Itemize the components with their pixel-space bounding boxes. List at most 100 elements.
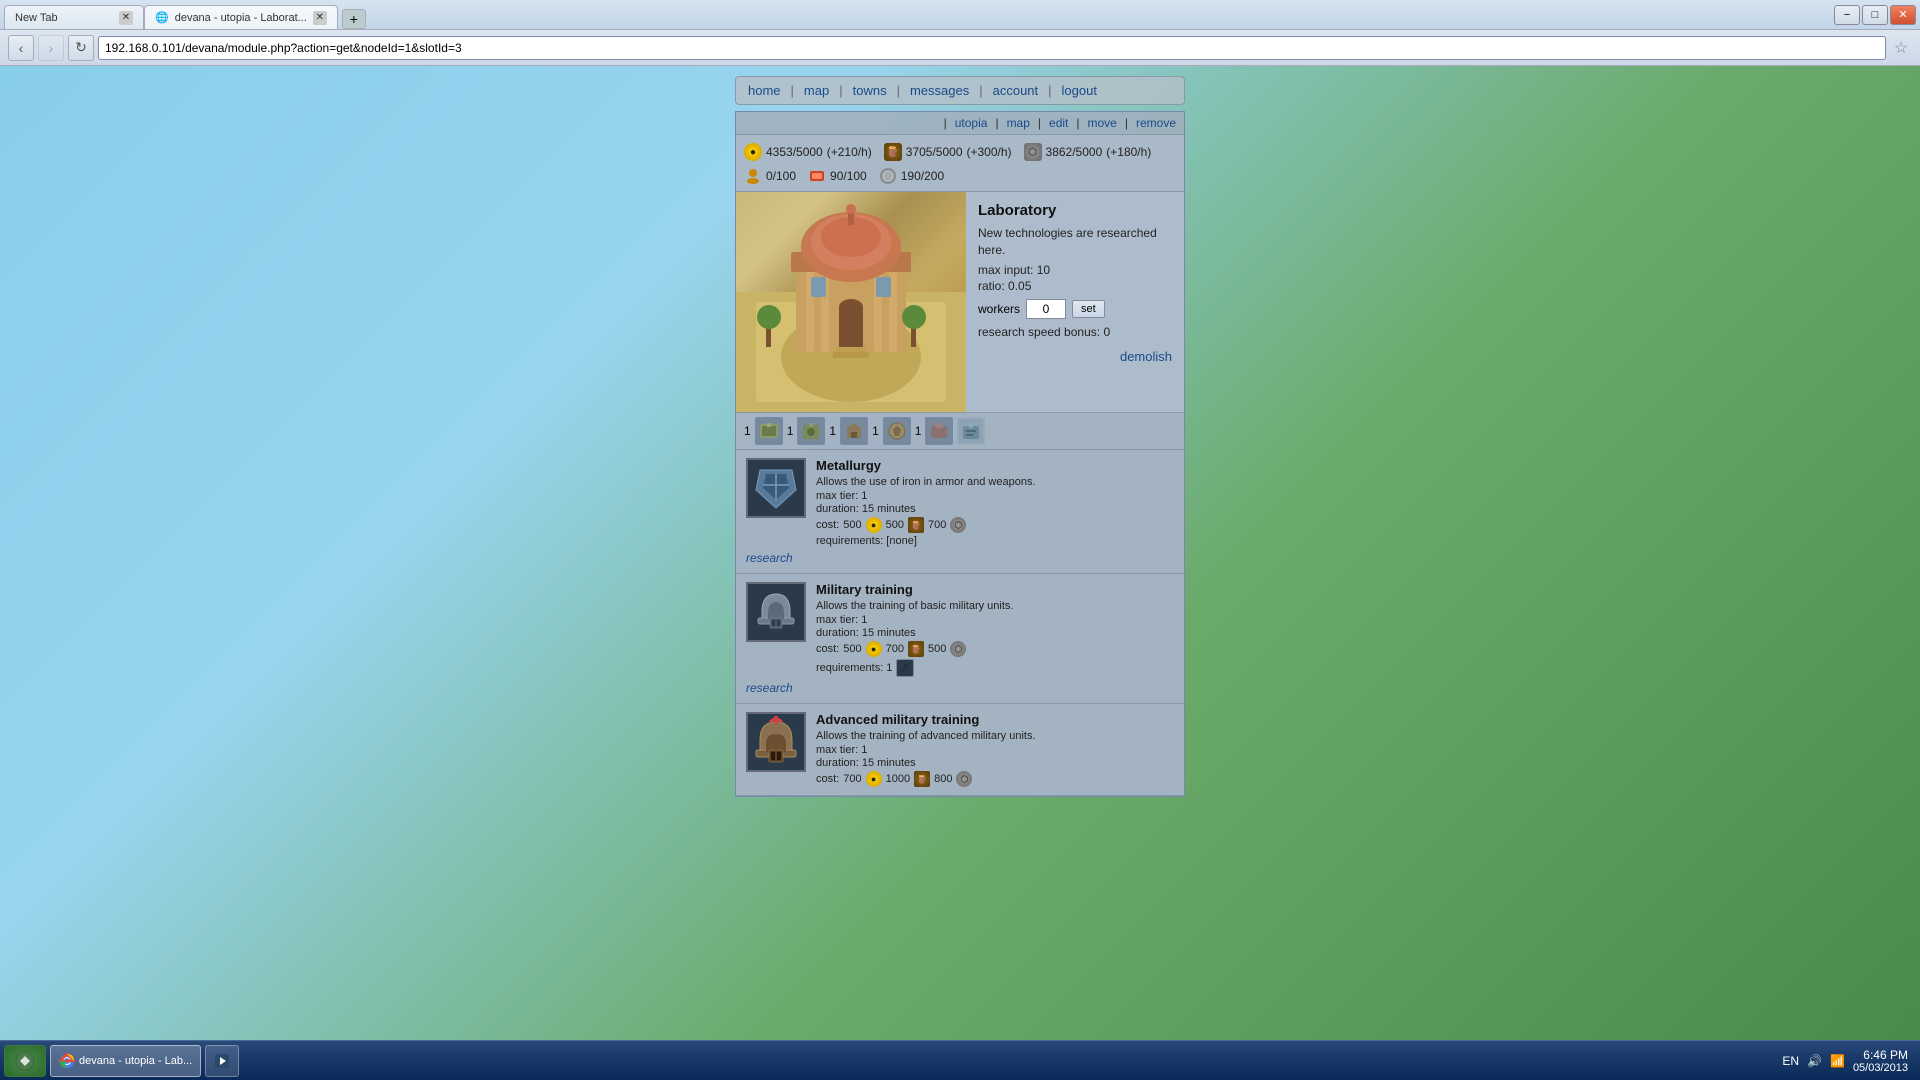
stat3-icon: [879, 167, 897, 185]
slot-bar: 1 1: [736, 412, 1184, 449]
action-edit[interactable]: edit: [1049, 116, 1068, 130]
stat3-item: 190/200: [879, 167, 944, 185]
tab-devana[interactable]: 🌐 devana - utopia - Laborat... ✕: [144, 5, 338, 29]
taskbar-network-icon: 📶: [1830, 1054, 1845, 1068]
slot-icon-active[interactable]: [957, 417, 985, 445]
game-panel: | utopia | map | edit | move | remove: [735, 111, 1185, 797]
stat2-icon: [808, 167, 826, 185]
demolish-link[interactable]: demolish: [978, 349, 1172, 364]
gold-value: 4353/5000: [766, 145, 823, 159]
metallurgy-desc: Allows the use of iron in armor and weap…: [816, 476, 1174, 488]
browser-window: New Tab ✕ 🌐 devana - utopia - Laborat...…: [0, 0, 1920, 1080]
gold-resource: ● 4353/5000 (+210/h): [744, 143, 872, 161]
advanced-cost-stone: 800: [934, 773, 952, 785]
military-cost-gold: 500: [843, 643, 861, 655]
nav-towns[interactable]: towns: [853, 83, 887, 98]
action-map[interactable]: map: [1007, 116, 1030, 130]
wood-icon-small-3: 🪵: [914, 771, 930, 787]
research-details-metallurgy: Metallurgy Allows the use of iron in arm…: [816, 458, 1174, 547]
game-container: home | map | towns | messages | account …: [735, 76, 1185, 797]
tab-close-new[interactable]: ✕: [119, 11, 133, 25]
action-move[interactable]: move: [1088, 116, 1117, 130]
nav-sep-3: |: [897, 83, 900, 98]
resources-row: ● 4353/5000 (+210/h) 🪵 3705/5000 (+300/h…: [744, 139, 1176, 165]
tab-new[interactable]: New Tab ✕: [4, 5, 144, 29]
address-bar[interactable]: [98, 36, 1886, 60]
research-item-military: Military training Allows the training of…: [736, 574, 1184, 704]
tab-close-active[interactable]: ✕: [313, 11, 327, 25]
metallurgy-cost-stone: 700: [928, 519, 946, 531]
nav-map[interactable]: map: [804, 83, 829, 98]
slot-number-5: 1: [915, 424, 922, 438]
stat1-value: 0/100: [766, 169, 796, 183]
page-content: home | map | towns | messages | account …: [0, 66, 1920, 1040]
bookmark-star-icon[interactable]: ☆: [1890, 37, 1912, 59]
forward-button[interactable]: ›: [38, 35, 64, 61]
research-image-metallurgy: [746, 458, 806, 518]
back-button[interactable]: ‹: [8, 35, 34, 61]
stone-icon-small-2: ⬡: [950, 641, 966, 657]
slot-icon-1[interactable]: [755, 417, 783, 445]
slot-icon-2[interactable]: [797, 417, 825, 445]
taskbar-chrome[interactable]: devana - utopia - Lab...: [50, 1045, 201, 1077]
gold-rate: (+210/h): [827, 145, 872, 159]
maximize-button[interactable]: □: [1862, 5, 1888, 25]
military-tier: max tier: 1: [816, 614, 1174, 626]
set-workers-button[interactable]: set: [1072, 300, 1105, 318]
taskbar-chrome-label: devana - utopia - Lab...: [79, 1055, 192, 1067]
slot-number-2: 1: [787, 424, 794, 438]
building-ratio: ratio: 0.05: [978, 279, 1172, 293]
stone-rate: (+180/h): [1106, 145, 1151, 159]
minimize-button[interactable]: −: [1834, 5, 1860, 25]
nav-logout[interactable]: logout: [1062, 83, 1097, 98]
new-tab-button[interactable]: +: [342, 9, 366, 29]
stone-icon-small: ⬡: [950, 517, 966, 533]
metallurgy-research-link[interactable]: research: [746, 551, 1174, 565]
clock-date: 05/03/2013: [1853, 1062, 1908, 1074]
slot-icon-3[interactable]: [840, 417, 868, 445]
stone-resource: ⬡ 3862/5000 (+180/h): [1024, 143, 1152, 161]
research-image-military: [746, 582, 806, 642]
building-area: Laboratory New technologies are research…: [736, 192, 1184, 412]
refresh-button[interactable]: ↻: [68, 35, 94, 61]
building-info: Laboratory New technologies are research…: [966, 192, 1184, 412]
building-title: Laboratory: [978, 202, 1172, 219]
stat3-value: 190/200: [901, 169, 944, 183]
metallurgy-tier: max tier: 1: [816, 490, 1174, 502]
advanced-cost-gold: 700: [843, 773, 861, 785]
building-max-input: max input: 10: [978, 263, 1172, 277]
stat1-icon: [744, 167, 762, 185]
advanced-cost-wood: 1000: [886, 773, 910, 785]
advanced-title: Advanced military training: [816, 712, 1174, 727]
metallurgy-title: Metallurgy: [816, 458, 1174, 473]
stone-icon: ⬡: [1024, 143, 1042, 161]
taskbar-media[interactable]: [205, 1045, 239, 1077]
close-button[interactable]: ✕: [1890, 5, 1916, 25]
window-controls: − □ ✕: [1834, 5, 1916, 25]
nav-messages[interactable]: messages: [910, 83, 969, 98]
military-title: Military training: [816, 582, 1174, 597]
workers-row: workers set: [978, 299, 1172, 319]
military-desc: Allows the training of basic military un…: [816, 600, 1174, 612]
start-button[interactable]: [4, 1045, 46, 1077]
nav-home[interactable]: home: [748, 83, 781, 98]
nav-account[interactable]: account: [993, 83, 1039, 98]
slot-icon-5[interactable]: [925, 417, 953, 445]
military-cost-wood: 700: [886, 643, 904, 655]
advanced-tier: max tier: 1: [816, 744, 1174, 756]
workers-input[interactable]: [1026, 299, 1066, 319]
research-section: Metallurgy Allows the use of iron in arm…: [736, 449, 1184, 796]
action-utopia[interactable]: utopia: [955, 116, 988, 130]
slot-icon-4[interactable]: [883, 417, 911, 445]
research-item-advanced: Advanced military training Allows the tr…: [736, 704, 1184, 796]
stone-icon-small-3: ⬡: [956, 771, 972, 787]
metallurgy-duration: duration: 15 minutes: [816, 503, 1174, 515]
military-research-link[interactable]: research: [746, 681, 1174, 695]
action-remove[interactable]: remove: [1136, 116, 1176, 130]
research-image-advanced: [746, 712, 806, 772]
taskbar: devana - utopia - Lab... EN 🔊 📶 6:46 PM …: [0, 1040, 1920, 1080]
military-cost: cost: 500 ● 700 🪵 500 ⬡: [816, 641, 1174, 657]
slot-number-1: 1: [744, 424, 751, 438]
wood-icon-small: 🪵: [908, 517, 924, 533]
metallurgy-cost-gold: 500: [843, 519, 861, 531]
